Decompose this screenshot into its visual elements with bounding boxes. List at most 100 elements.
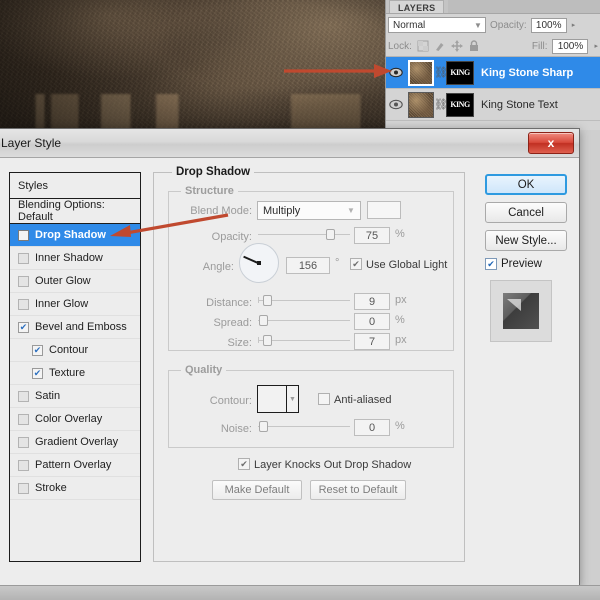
layer-thumbnail[interactable]: [408, 60, 434, 86]
effects-list: Drop Shadow Inner Shadow Outer Glow Inne…: [10, 224, 140, 561]
layer-blend-mode-select[interactable]: Normal ▼: [388, 17, 486, 33]
checkbox-drop-shadow[interactable]: [18, 230, 29, 241]
opacity-input[interactable]: 75: [354, 227, 390, 244]
spread-label: Spread:: [170, 317, 252, 329]
distance-slider[interactable]: [258, 294, 350, 306]
style-item-label: Inner Shadow: [35, 252, 103, 264]
size-unit: px: [395, 334, 407, 346]
style-item-contour[interactable]: ✔ Contour: [10, 339, 140, 362]
styles-header[interactable]: Styles: [10, 173, 140, 199]
layer-mask-thumbnail[interactable]: KING: [446, 61, 474, 85]
use-global-light-label: Use Global Light: [366, 259, 466, 271]
all-lock-icon[interactable]: [468, 40, 480, 52]
move-lock-icon[interactable]: [451, 40, 463, 52]
opacity-unit: %: [395, 228, 405, 240]
style-item-label: Bevel and Emboss: [35, 321, 127, 333]
fill-spinner-icon[interactable]: ▸: [594, 42, 598, 50]
checkbox-texture[interactable]: ✔: [32, 368, 43, 379]
screenshot-root: LAYERS Normal ▼ Opacity: 100% ▸ Lock:: [0, 0, 600, 600]
blending-options-item[interactable]: Blending Options: Default: [10, 199, 140, 224]
layer-opacity-input[interactable]: 100%: [531, 18, 567, 33]
checkbox-outer-glow[interactable]: [18, 276, 29, 287]
layer-mask-thumbnail[interactable]: KING: [446, 93, 474, 117]
size-slider[interactable]: [258, 334, 350, 346]
layer-opacity-label: Opacity:: [490, 20, 527, 31]
checkbox-contour[interactable]: ✔: [32, 345, 43, 356]
layer-link-icon[interactable]: ⛓: [434, 66, 446, 79]
layer-blend-mode-value: Normal: [393, 20, 425, 31]
opacity-spinner-icon[interactable]: ▸: [572, 21, 576, 29]
style-item-outer-glow[interactable]: Outer Glow: [10, 270, 140, 293]
quality-legend: Quality: [181, 364, 226, 376]
opacity-slider[interactable]: [258, 228, 350, 240]
checkbox-color-overlay[interactable]: [18, 414, 29, 425]
layers-panel-tabstrip: LAYERS: [386, 0, 600, 14]
reset-to-default-button[interactable]: Reset to Default: [310, 480, 406, 500]
dialog-body: Styles Blending Options: Default Drop Sh…: [0, 158, 579, 587]
style-item-label: Pattern Overlay: [35, 459, 111, 471]
size-label: Size:: [170, 337, 252, 349]
angle-input[interactable]: 156: [286, 257, 330, 274]
shadow-color-swatch[interactable]: [367, 201, 401, 219]
drop-shadow-settings-panel: Drop Shadow Structure Blend Mode: Multip…: [153, 172, 465, 562]
noise-label: Noise:: [170, 423, 252, 435]
preview-image: [503, 293, 539, 329]
layer-link-icon[interactable]: ⛓: [434, 98, 446, 111]
checkbox-satin[interactable]: [18, 391, 29, 402]
new-style-button[interactable]: New Style...: [485, 230, 567, 251]
style-item-texture[interactable]: ✔ Texture: [10, 362, 140, 385]
checkbox-gradient-overlay[interactable]: [18, 437, 29, 448]
layer-row-king-stone-sharp[interactable]: ⛓ KING King Stone Sharp: [386, 57, 600, 89]
size-input[interactable]: 7: [354, 333, 390, 350]
make-default-button[interactable]: Make Default: [212, 480, 302, 500]
blend-mode-select[interactable]: Multiply ▼: [257, 201, 361, 220]
checkbox-bevel-and-emboss[interactable]: ✔: [18, 322, 29, 333]
noise-unit: %: [395, 420, 405, 432]
style-item-drop-shadow[interactable]: Drop Shadow: [10, 224, 140, 247]
noise-slider[interactable]: [258, 420, 350, 432]
style-item-satin[interactable]: Satin: [10, 385, 140, 408]
style-item-bevel-and-emboss[interactable]: ✔ Bevel and Emboss: [10, 316, 140, 339]
preview-checkbox[interactable]: ✔: [485, 258, 497, 270]
close-icon[interactable]: x: [528, 132, 574, 154]
contour-preset-picker[interactable]: ▼: [257, 385, 299, 413]
layer-thumbnail[interactable]: [408, 92, 434, 118]
style-item-label: Satin: [35, 390, 60, 402]
style-item-label: Inner Glow: [35, 298, 88, 310]
angle-dial[interactable]: [239, 243, 279, 283]
chevron-down-icon: ▼: [286, 386, 298, 412]
dialog-title: Layer Style: [1, 136, 61, 150]
style-item-label: Stroke: [35, 482, 67, 494]
style-item-gradient-overlay[interactable]: Gradient Overlay: [10, 431, 140, 454]
noise-input[interactable]: 0: [354, 419, 390, 436]
use-global-light-checkbox[interactable]: ✔: [350, 258, 362, 270]
checkbox-inner-shadow[interactable]: [18, 253, 29, 264]
style-item-pattern-overlay[interactable]: Pattern Overlay: [10, 454, 140, 477]
checkbox-stroke[interactable]: [18, 483, 29, 494]
tab-layers[interactable]: LAYERS: [389, 0, 444, 13]
style-item-color-overlay[interactable]: Color Overlay: [10, 408, 140, 431]
layer-knocks-out-checkbox[interactable]: ✔: [238, 458, 250, 470]
layer-fill-input[interactable]: 100%: [552, 39, 588, 54]
checkbox-inner-glow[interactable]: [18, 299, 29, 310]
distance-unit: px: [395, 294, 407, 306]
cancel-button[interactable]: Cancel: [485, 202, 567, 223]
spread-slider[interactable]: [258, 314, 350, 326]
paint-lock-icon[interactable]: [434, 40, 446, 52]
checkbox-pattern-overlay[interactable]: [18, 460, 29, 471]
preview-toggle[interactable]: ✔ Preview: [485, 258, 542, 270]
transparency-lock-icon[interactable]: [417, 40, 429, 52]
style-item-inner-glow[interactable]: Inner Glow: [10, 293, 140, 316]
style-item-stroke[interactable]: Stroke: [10, 477, 140, 500]
layer-row-king-stone-text[interactable]: ⛓ KING King Stone Text: [386, 89, 600, 121]
anti-aliased-checkbox[interactable]: [318, 393, 330, 405]
layer-visibility-eye-icon[interactable]: [386, 99, 406, 110]
ok-button[interactable]: OK: [485, 174, 567, 195]
spread-input[interactable]: 0: [354, 313, 390, 330]
distance-input[interactable]: 9: [354, 293, 390, 310]
layer-visibility-eye-icon[interactable]: [386, 67, 406, 78]
style-item-inner-shadow[interactable]: Inner Shadow: [10, 247, 140, 270]
chevron-down-icon: ▼: [342, 206, 360, 215]
style-preview-thumbnail: [490, 280, 552, 342]
dialog-titlebar[interactable]: Layer Style x: [0, 129, 579, 158]
